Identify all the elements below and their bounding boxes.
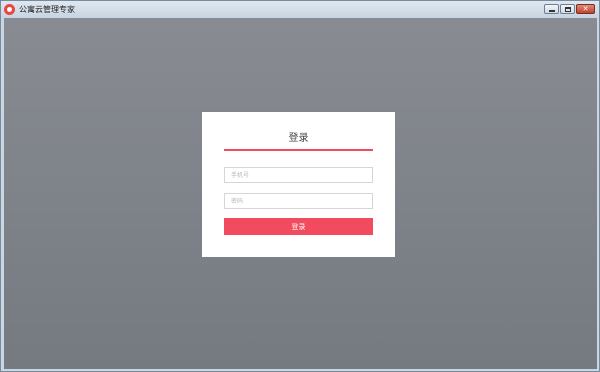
title-underline [224, 149, 373, 151]
maximize-icon [564, 6, 571, 12]
minimize-icon [548, 10, 555, 12]
close-button[interactable]: ✕ [576, 4, 595, 14]
app-window: 公寓云管理专家 ✕ 登录 登录 [0, 0, 600, 372]
password-input[interactable] [224, 193, 373, 209]
minimize-button[interactable] [544, 4, 559, 14]
window-title: 公寓云管理专家 [19, 5, 75, 14]
phone-input[interactable] [224, 167, 373, 183]
maximize-button[interactable] [560, 4, 575, 14]
client-area: 登录 登录 [4, 18, 597, 369]
close-icon: ✕ [582, 4, 589, 13]
app-logo-icon [4, 4, 15, 15]
login-title: 登录 [288, 133, 309, 144]
login-card: 登录 登录 [202, 112, 395, 257]
window-controls: ✕ [544, 4, 595, 14]
title-bar[interactable]: 公寓云管理专家 ✕ [1, 1, 599, 18]
login-button[interactable]: 登录 [224, 218, 373, 235]
